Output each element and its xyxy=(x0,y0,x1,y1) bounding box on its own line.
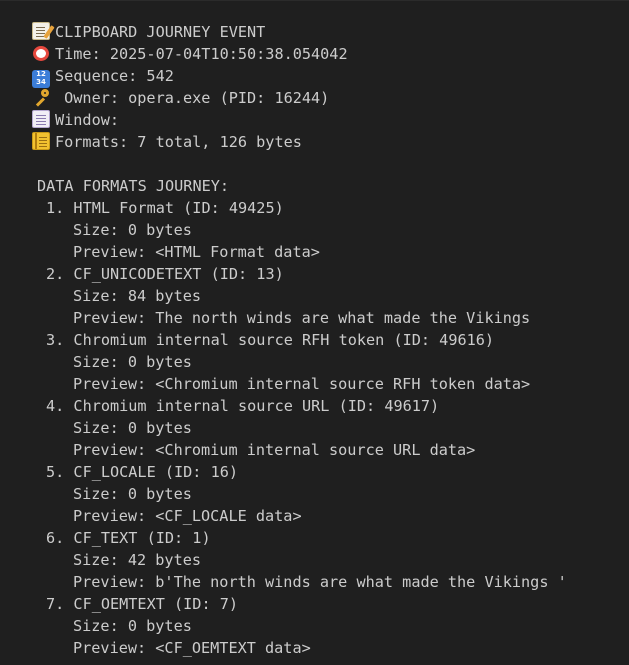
event-window: Window: xyxy=(55,111,120,129)
format-size: Size: 0 bytes xyxy=(73,617,192,635)
event-owner: Owner: opera.exe (PID: 16244) xyxy=(55,89,330,107)
format-size: Size: 0 bytes xyxy=(73,353,192,371)
format-preview: Preview: <CF_LOCALE data> xyxy=(73,507,302,525)
format-preview: Preview: <HTML Format data> xyxy=(73,243,320,261)
numbers-icon: 12 34 xyxy=(32,70,50,88)
format-heading: 7. CF_OEMTEXT (ID: 7) xyxy=(46,595,239,613)
format-heading: 1. HTML Format (ID: 49425) xyxy=(46,199,284,217)
terminal-output: CLIPBOARD JOURNEY EVENT Time: 2025-07-04… xyxy=(0,0,629,665)
format-size: Size: 84 bytes xyxy=(73,287,202,305)
format-size: Size: 42 bytes xyxy=(73,551,202,569)
format-size: Size: 0 bytes xyxy=(73,221,192,239)
format-preview: Preview: <Chromium internal source URL d… xyxy=(73,441,476,459)
format-preview: Preview: b'The north winds are what made… xyxy=(73,573,567,591)
event-sequence: Sequence: 542 xyxy=(55,67,174,85)
sequence-line: 12 34 Sequence: 542 xyxy=(32,65,174,88)
format-size: Size: 0 bytes xyxy=(73,485,192,503)
format-preview: Preview: <Chromium internal source RFH t… xyxy=(73,375,531,393)
memo-icon xyxy=(32,22,50,40)
alarm-clock-icon xyxy=(32,44,50,62)
section-title: DATA FORMATS JOURNEY: xyxy=(37,177,230,195)
format-heading: 5. CF_LOCALE (ID: 16) xyxy=(46,463,239,481)
ledger-icon xyxy=(32,132,50,150)
event-title: CLIPBOARD JOURNEY EVENT xyxy=(55,23,266,41)
event-time: Time: 2025-07-04T10:50:38.054042 xyxy=(55,45,348,63)
key-icon xyxy=(32,88,50,106)
page-icon xyxy=(32,110,50,128)
formats-line: Formats: 7 total, 126 bytes xyxy=(32,131,302,153)
format-preview: Preview: The north winds are what made t… xyxy=(73,309,531,327)
format-size: Size: 0 bytes xyxy=(73,419,192,437)
format-heading: 4. Chromium internal source URL (ID: 496… xyxy=(46,397,440,415)
event-formats: Formats: 7 total, 126 bytes xyxy=(55,133,302,151)
window-line: Window: xyxy=(32,109,119,131)
format-preview: Preview: <CF_OEMTEXT data> xyxy=(73,639,311,657)
time-line: Time: 2025-07-04T10:50:38.054042 xyxy=(32,43,348,65)
format-heading: 3. Chromium internal source RFH token (I… xyxy=(46,331,495,349)
format-heading: 6. CF_TEXT (ID: 1) xyxy=(46,529,211,547)
owner-line: Owner: opera.exe (PID: 16244) xyxy=(32,87,329,109)
event-title-line: CLIPBOARD JOURNEY EVENT xyxy=(32,21,265,43)
format-heading: 2. CF_UNICODETEXT (ID: 13) xyxy=(46,265,284,283)
